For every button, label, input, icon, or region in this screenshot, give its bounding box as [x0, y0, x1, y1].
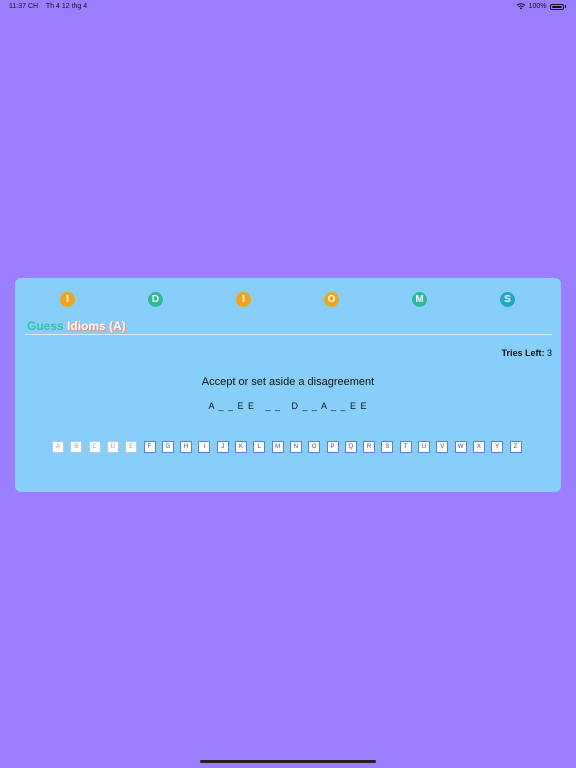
home-indicator[interactable] — [200, 760, 376, 763]
wifi-icon — [516, 3, 525, 10]
key-t[interactable]: T — [399, 441, 412, 453]
key-e[interactable]: E — [125, 441, 138, 453]
key-s[interactable]: S — [381, 441, 394, 453]
key-d[interactable]: D — [106, 441, 119, 453]
key-p[interactable]: P — [326, 441, 339, 453]
key-z[interactable]: Z — [509, 441, 522, 453]
status-time: 11:37 CH — [9, 3, 39, 10]
key-v[interactable]: V — [436, 441, 449, 453]
logo-letter-d: D — [148, 292, 163, 307]
title-guess: Guess — [27, 319, 64, 333]
key-x[interactable]: X — [472, 441, 485, 453]
key-f[interactable]: F — [143, 441, 156, 453]
game-card: I D I O M S Guess Idioms (A) Tries Left: 3 Ac… — [15, 278, 561, 492]
idiom-clue: Accept or set aside a disagreement — [201, 376, 375, 388]
divider — [25, 334, 552, 335]
tries-value: 3 — [546, 348, 552, 358]
battery-percent: 100% — [528, 3, 547, 10]
key-n[interactable]: N — [289, 441, 302, 453]
logo-letter-s: S — [500, 292, 515, 307]
key-m[interactable]: M — [271, 441, 284, 453]
key-q[interactable]: Q — [344, 441, 357, 453]
key-c[interactable]: C — [88, 441, 101, 453]
idioms-logo: IDIOMS — [15, 292, 561, 308]
title-idioms: Idioms (A) — [67, 319, 126, 333]
battery-icon — [549, 3, 564, 10]
key-r[interactable]: R — [363, 441, 376, 453]
logo-letter-i: I — [60, 292, 75, 307]
key-w[interactable]: W — [454, 441, 467, 453]
key-u[interactable]: U — [418, 441, 430, 453]
status-bar: 11:37 CH Th 4 12 thg 4 100% — [0, 0, 576, 14]
key-i[interactable]: I — [198, 441, 211, 453]
key-o[interactable]: O — [308, 441, 321, 453]
tries-label: Tries Left: — [501, 348, 545, 358]
key-j[interactable]: J — [216, 441, 229, 453]
key-h[interactable]: H — [180, 441, 193, 453]
key-b[interactable]: B — [70, 441, 83, 453]
tries-left: Tries Left: 3 — [501, 348, 552, 358]
status-date: Th 4 12 thg 4 — [45, 3, 88, 10]
logo-letter-i: I — [236, 292, 251, 307]
page-title: Guess Idioms (A) — [27, 319, 126, 333]
masked-answer: A _ _ E E _ _ D _ _ A _ _ E E — [208, 401, 368, 411]
key-l[interactable]: L — [253, 441, 266, 453]
logo-letter-o: O — [324, 292, 339, 307]
key-a[interactable]: A — [52, 441, 64, 453]
key-g[interactable]: G — [161, 441, 174, 453]
key-k[interactable]: K — [235, 441, 247, 453]
logo-letter-m: M — [412, 292, 427, 307]
key-y[interactable]: Y — [491, 441, 504, 453]
